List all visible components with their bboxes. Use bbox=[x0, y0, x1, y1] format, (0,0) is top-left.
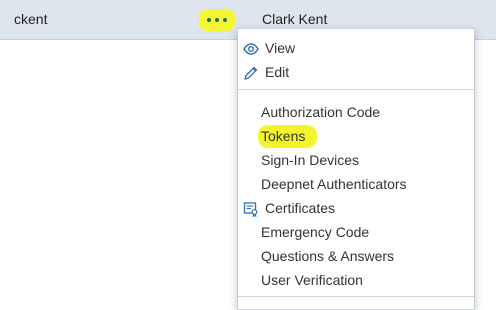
menu-item-questions-answers[interactable]: Questions & Answers bbox=[238, 245, 474, 268]
more-actions-icon bbox=[223, 18, 227, 22]
more-actions-button[interactable] bbox=[199, 9, 235, 31]
menu-item-view[interactable]: View bbox=[238, 37, 474, 60]
menu-item-user-verification[interactable]: User Verification bbox=[238, 269, 474, 292]
menu-item-edit[interactable]: Edit bbox=[238, 61, 474, 84]
menu-item-deepnet-authenticators[interactable]: Deepnet Authenticators bbox=[238, 173, 474, 196]
menu-item-tokens[interactable]: Tokens bbox=[238, 125, 474, 148]
certificate-icon bbox=[243, 202, 258, 217]
menu-item-label: Deepnet Authenticators bbox=[261, 176, 407, 192]
menu-item-sign-in-devices[interactable]: Sign-In Devices bbox=[238, 149, 474, 172]
menu-item-label: Tokens bbox=[261, 128, 306, 144]
menu-item-certificates[interactable]: Certificates bbox=[238, 197, 474, 220]
display-name-cell: Clark Kent bbox=[262, 11, 328, 27]
menu-divider bbox=[238, 296, 474, 297]
menu-item-label: Sign-In Devices bbox=[261, 152, 360, 168]
menu-item-label: Certificates bbox=[265, 200, 336, 216]
menu-item-label: View bbox=[265, 40, 296, 56]
eye-icon bbox=[243, 43, 259, 55]
menu-item-label: Questions & Answers bbox=[261, 248, 395, 264]
username-cell: ckent bbox=[14, 11, 48, 27]
menu-item-authorization-code[interactable]: Authorization Code bbox=[238, 101, 474, 124]
more-actions-icon bbox=[207, 18, 211, 22]
menu-item-emergency-code[interactable]: Emergency Code bbox=[238, 221, 474, 244]
menu-divider bbox=[238, 89, 474, 90]
row-actions-menu: View Edit Authorization Code Tokens Sign… bbox=[237, 28, 475, 310]
more-actions-icon bbox=[215, 18, 219, 22]
menu-item-label: Edit bbox=[265, 64, 290, 80]
menu-item-label: Authorization Code bbox=[261, 104, 381, 120]
pencil-icon bbox=[244, 66, 258, 80]
menu-item-label: User Verification bbox=[261, 272, 363, 288]
menu-item-label: Emergency Code bbox=[261, 224, 370, 240]
